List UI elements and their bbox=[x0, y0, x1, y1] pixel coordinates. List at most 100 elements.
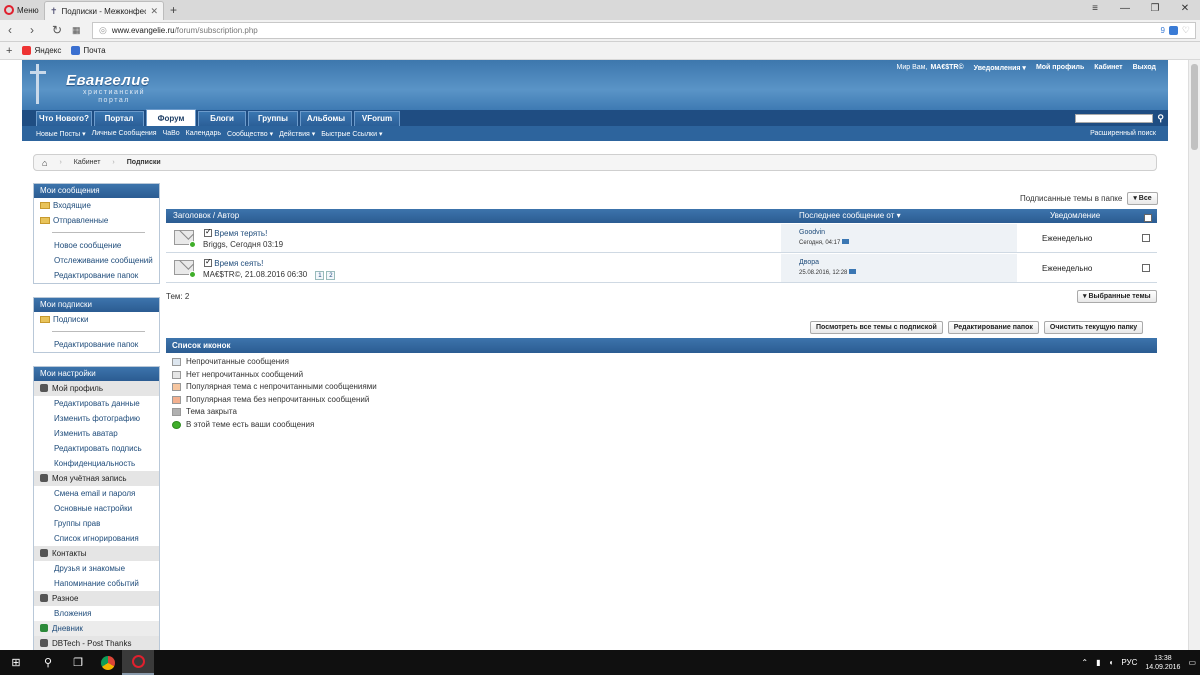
browser-tab[interactable]: ✝ Подписки - Межконфесс ✕ bbox=[44, 1, 164, 20]
logout-link[interactable]: Выход bbox=[1133, 64, 1156, 72]
shield-icon[interactable] bbox=[1168, 26, 1178, 35]
site-logo[interactable]: Евангелие христианский портал bbox=[28, 64, 168, 106]
cabinet-link[interactable]: Кабинет bbox=[1094, 64, 1122, 72]
sidebar-track-messages[interactable]: Отслеживание сообщений bbox=[34, 253, 159, 268]
tab-vforum[interactable]: VForum bbox=[354, 111, 400, 126]
settings-permission-groups[interactable]: Группы прав bbox=[34, 516, 159, 531]
user-icon bbox=[40, 384, 48, 392]
last-post-user[interactable]: Goodvin bbox=[799, 229, 825, 236]
thread-checkbox[interactable] bbox=[204, 227, 212, 237]
sidebar-folder-sent[interactable]: Отправленные bbox=[34, 213, 159, 228]
page-link-1[interactable]: 1 bbox=[315, 271, 325, 280]
forward-button[interactable]: › bbox=[30, 23, 34, 37]
clock[interactable]: 13:38 14.09.2016 bbox=[1145, 654, 1180, 672]
row-select-checkbox[interactable] bbox=[1142, 264, 1150, 272]
close-window-button[interactable]: ✕ bbox=[1170, 0, 1200, 20]
bookmark-pochta[interactable]: Почта bbox=[71, 46, 106, 55]
column-title-author[interactable]: Заголовок / Автор bbox=[173, 209, 239, 223]
subnav-faq[interactable]: ЧаВо bbox=[163, 130, 180, 137]
go-to-post-icon[interactable] bbox=[842, 239, 850, 244]
subnav-quick-links[interactable]: Быстрые Ссылки ▾ bbox=[321, 130, 382, 138]
settings-friends[interactable]: Друзья и знакомые bbox=[34, 561, 159, 576]
add-bookmark-icon[interactable]: + bbox=[6, 45, 12, 57]
my-profile-link[interactable]: Мой профиль bbox=[1036, 64, 1084, 72]
keyboard-language[interactable]: РУС bbox=[1121, 658, 1137, 667]
home-icon[interactable]: ⌂ bbox=[42, 158, 47, 168]
settings-ignore-list[interactable]: Список игнорирования bbox=[34, 531, 159, 546]
username-link[interactable]: MA€$TR© bbox=[930, 64, 963, 72]
advanced-search-link[interactable]: Расширенный поиск bbox=[1090, 130, 1168, 137]
clear-folder-button[interactable]: Очистить текущую папку bbox=[1043, 321, 1144, 334]
tab-portal[interactable]: Портал bbox=[94, 111, 144, 126]
sidebar-folder-inbox[interactable]: Входящие bbox=[34, 198, 159, 213]
settings-privacy[interactable]: Конфиденциальность bbox=[34, 456, 159, 471]
subnav-new-posts[interactable]: Новые Посты ▾ bbox=[36, 130, 86, 138]
search-input[interactable] bbox=[1075, 113, 1154, 123]
url-domain: www.evangelie.ru bbox=[111, 26, 175, 35]
settings-general[interactable]: Основные настройки bbox=[34, 501, 159, 516]
windows-start-icon[interactable]: ⊞ bbox=[0, 650, 32, 675]
tab-groups[interactable]: Группы bbox=[248, 111, 298, 126]
select-all-checkbox[interactable] bbox=[1144, 214, 1152, 222]
search-icon[interactable]: ⚲ bbox=[32, 650, 64, 675]
settings-email-password[interactable]: Смена email и пароля bbox=[34, 486, 159, 501]
settings-edit-signature[interactable]: Редактировать подпись bbox=[34, 441, 159, 456]
settings-edit-data[interactable]: Редактировать данные bbox=[34, 396, 159, 411]
row-select-checkbox[interactable] bbox=[1142, 234, 1150, 242]
column-last-post[interactable]: Последнее сообщение от ▾ bbox=[799, 209, 901, 223]
breadcrumb-cabinet[interactable]: Кабинет bbox=[74, 159, 101, 166]
thread-checkbox[interactable] bbox=[204, 257, 212, 267]
sidebar-edit-folders[interactable]: Редактирование папок bbox=[34, 268, 159, 283]
settings-change-photo[interactable]: Изменить фотографию bbox=[34, 411, 159, 426]
speed-dial-icon[interactable]: ▦ bbox=[72, 25, 81, 36]
tab-forum[interactable]: Форум bbox=[146, 109, 196, 126]
bookmark-yandex[interactable]: Яндекс bbox=[22, 46, 61, 55]
reload-button[interactable]: ↻ bbox=[52, 23, 62, 37]
settings-attachments[interactable]: Вложения bbox=[34, 606, 159, 621]
subnav-actions[interactable]: Действия ▾ bbox=[279, 130, 315, 138]
last-post-user[interactable]: Двора bbox=[799, 259, 819, 266]
settings-event-reminders[interactable]: Напоминание событий bbox=[34, 576, 159, 591]
scrollbar-thumb[interactable] bbox=[1191, 64, 1198, 150]
settings-section-account: Моя учётная запись bbox=[34, 471, 159, 486]
opera-menu-button[interactable]: Меню bbox=[4, 4, 39, 16]
tab-albums[interactable]: Альбомы bbox=[300, 111, 352, 126]
edit-folders-button[interactable]: Редактирование папок bbox=[947, 321, 1039, 334]
notifications-menu[interactable]: Уведомления ▾ bbox=[974, 64, 1026, 72]
opera-taskbar-icon[interactable] bbox=[122, 650, 154, 675]
subnav-private-messages[interactable]: Личные Сообщения bbox=[92, 130, 157, 137]
sidebar-edit-sub-folders[interactable]: Редактирование папок bbox=[34, 337, 159, 352]
view-all-subscribed-button[interactable]: Посмотреть все темы с подпиской bbox=[810, 321, 943, 334]
selected-threads-button[interactable]: ▾ Выбранные темы bbox=[1077, 290, 1157, 303]
tab-list-icon[interactable]: ≡ bbox=[1080, 0, 1110, 20]
sidebar-new-message[interactable]: Новое сообщение bbox=[34, 238, 159, 253]
chrome-icon[interactable] bbox=[92, 650, 124, 675]
restore-button[interactable]: ❐ bbox=[1140, 0, 1170, 20]
subnav-calendar[interactable]: Календарь bbox=[186, 130, 221, 137]
minimize-button[interactable]: — bbox=[1110, 0, 1140, 20]
url-input[interactable]: ◎ www.evangelie.ru/forum/subscription.ph… bbox=[92, 22, 1196, 39]
settings-dbtech[interactable]: DBTech - Post Thanks bbox=[34, 636, 159, 650]
back-button[interactable]: ‹ bbox=[8, 23, 12, 37]
go-to-post-icon[interactable] bbox=[849, 269, 857, 274]
volume-icon[interactable]: ◖ bbox=[1109, 658, 1114, 667]
page-link-2[interactable]: 2 bbox=[326, 271, 336, 280]
network-icon[interactable]: ▮ bbox=[1096, 658, 1100, 667]
settings-change-avatar[interactable]: Изменить аватар bbox=[34, 426, 159, 441]
new-tab-button[interactable]: + bbox=[170, 3, 177, 17]
chevron-up-icon[interactable]: ⌃ bbox=[1081, 658, 1088, 667]
search-icon[interactable]: ⚲ bbox=[1157, 113, 1164, 124]
thread-title[interactable]: Время терять! bbox=[214, 229, 267, 238]
settings-diary[interactable]: Дневник bbox=[34, 621, 159, 636]
tab-blogs[interactable]: Блоги bbox=[198, 111, 246, 126]
thread-title[interactable]: Время сеять! bbox=[214, 259, 263, 268]
heart-icon[interactable]: ♡ bbox=[1182, 25, 1190, 36]
tab-whats-new[interactable]: Что Нового? bbox=[36, 111, 92, 126]
task-view-icon[interactable]: ❐ bbox=[62, 650, 94, 675]
notifications-icon[interactable]: ▭ bbox=[1188, 658, 1196, 667]
sidebar-folder-subscriptions[interactable]: Подписки bbox=[34, 312, 159, 327]
close-tab-icon[interactable]: ✕ bbox=[150, 6, 158, 17]
subnav-community[interactable]: Сообщество ▾ bbox=[227, 130, 273, 138]
folder-icon bbox=[40, 316, 50, 323]
folder-select[interactable]: ▾ Все bbox=[1127, 192, 1158, 205]
